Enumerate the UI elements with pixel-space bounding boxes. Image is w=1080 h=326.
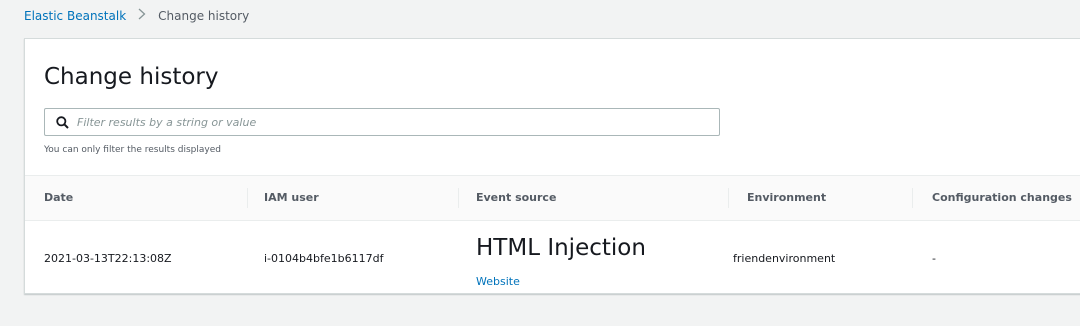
column-header-iam-user[interactable]: IAM user bbox=[264, 176, 319, 220]
change-history-panel: Change history You can only filter the r… bbox=[24, 38, 1080, 294]
cell-iam-user: i-0104b4bfe1b6117df bbox=[264, 252, 384, 265]
column-header-event-source[interactable]: Event source bbox=[476, 176, 556, 220]
event-source-link[interactable]: Website bbox=[476, 275, 520, 288]
column-header-configuration-changes[interactable]: Configuration changes bbox=[932, 176, 1072, 220]
filter-hint: You can only filter the results displaye… bbox=[44, 145, 221, 155]
breadcrumb-separator-icon bbox=[138, 8, 146, 24]
column-header-environment[interactable]: Environment bbox=[747, 176, 826, 220]
column-divider bbox=[247, 188, 248, 208]
cell-environment: friendenvironment bbox=[733, 252, 836, 265]
breadcrumb-current: Change history bbox=[158, 9, 250, 23]
search-icon bbox=[55, 115, 69, 129]
column-divider bbox=[728, 188, 729, 208]
column-header-date[interactable]: Date bbox=[44, 176, 73, 220]
cell-configuration-changes: - bbox=[932, 252, 936, 265]
filter-box[interactable] bbox=[44, 108, 720, 136]
cell-date: 2021-03-13T22:13:08Z bbox=[44, 252, 172, 265]
filter-input[interactable] bbox=[77, 115, 677, 129]
column-divider bbox=[912, 188, 913, 208]
page-title: Change history bbox=[44, 64, 219, 90]
table-row: 2021-03-13T22:13:08Z i-0104b4bfe1b6117df… bbox=[25, 221, 1080, 295]
event-source-heading: HTML Injection bbox=[476, 235, 646, 261]
column-divider bbox=[458, 188, 459, 208]
breadcrumb-link-elastic-beanstalk[interactable]: Elastic Beanstalk bbox=[24, 9, 126, 23]
table-header: Date IAM user Event source Environment C… bbox=[25, 175, 1080, 221]
breadcrumb: Elastic Beanstalk Change history bbox=[24, 8, 249, 24]
